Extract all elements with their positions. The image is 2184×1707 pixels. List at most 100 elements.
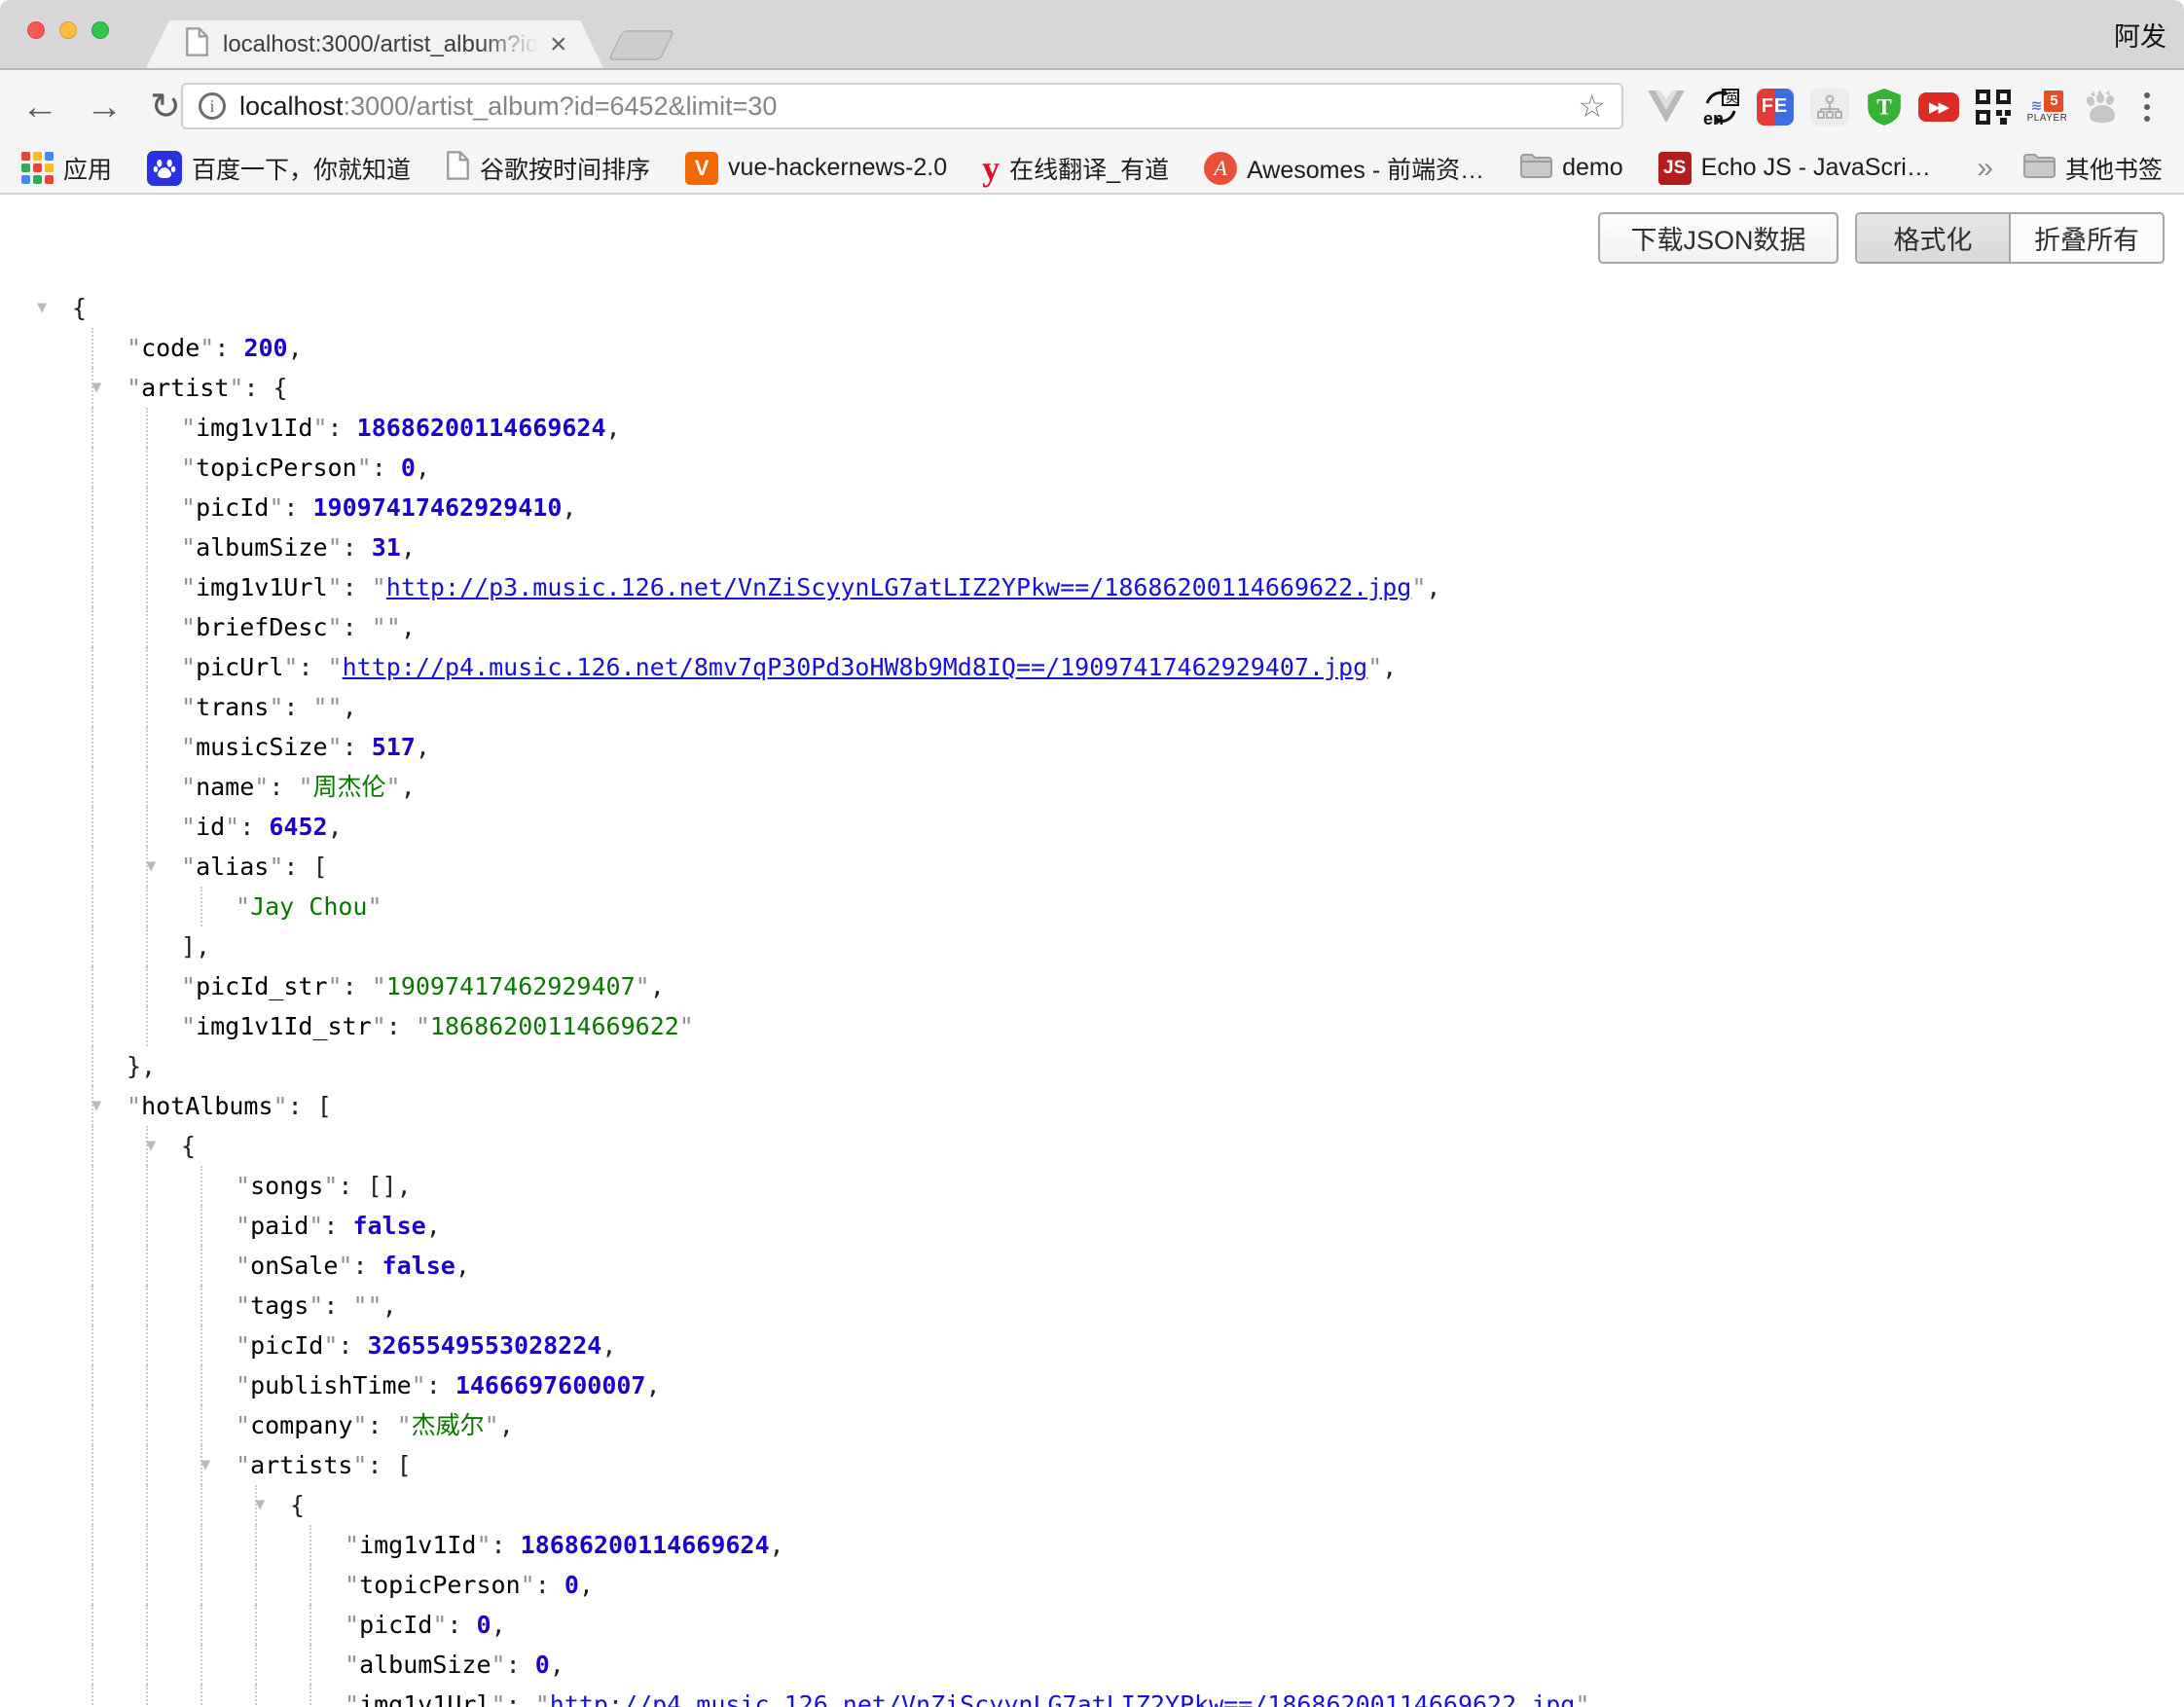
collapse-triangle-icon[interactable]: ▼: [37, 288, 47, 328]
json-url-link[interactable]: http://p4.music.126.net/VnZiScyynLG7atLI…: [550, 1690, 1576, 1707]
h5player-icon[interactable]: ≋5PLAYER: [2024, 84, 2070, 129]
json-line: "name": "周杰伦",: [0, 767, 2184, 807]
json-line: "img1v1Id": 18686200114669624,: [0, 408, 2184, 448]
vue-icon[interactable]: [1643, 84, 1689, 129]
json-line: "picUrl": "http://p4.music.126.net/8mv7q…: [0, 647, 2184, 687]
json-line: "picId": 19097417462929410,: [0, 488, 2184, 527]
address-bar[interactable]: i localhost:3000/artist_album?id=6452&li…: [181, 83, 1623, 129]
collapse-triangle-icon[interactable]: ▼: [146, 847, 156, 887]
baidu-paw-icon: [147, 151, 182, 186]
bookmark-item[interactable]: JSEcho JS - JavaScri…: [1658, 152, 1931, 185]
collapse-triangle-icon[interactable]: ▼: [255, 1485, 265, 1525]
bookmark-item[interactable]: demo: [1519, 152, 1623, 184]
json-line: "company": "杰威尔",: [0, 1405, 2184, 1445]
json-line: "briefDesc": "",: [0, 607, 2184, 647]
svg-text:英: 英: [1726, 91, 1738, 105]
close-window-button[interactable]: [27, 21, 45, 39]
collapse-triangle-icon[interactable]: ▼: [146, 1126, 156, 1166]
tab-close-icon[interactable]: ×: [550, 30, 567, 59]
tab-favicon-page-icon: [185, 27, 209, 61]
browser-window: localhost:3000/artist_album?id × 阿发 ← → …: [0, 0, 2184, 1707]
json-viewer-page: 下载JSON数据 格式化 折叠所有 ▼{"code": 200,▼"artist…: [0, 195, 2184, 1707]
tampermonkey-icon[interactable]: T: [1861, 84, 1907, 129]
json-url-link[interactable]: http://p4.music.126.net/8mv7qP30Pd3oHW8b…: [343, 653, 1368, 681]
profile-name[interactable]: 阿发: [2114, 16, 2166, 54]
json-line: "songs": [],: [0, 1166, 2184, 1206]
url-text[interactable]: localhost:3000/artist_album?id=6452&limi…: [239, 91, 1578, 122]
json-line: "onSale": false,: [0, 1246, 2184, 1286]
json-tree: ▼{"code": 200,▼"artist": {"img1v1Id": 18…: [0, 288, 2184, 1707]
json-line: ▼"artists": [: [0, 1445, 2184, 1485]
bookmarks-overflow-chevron-icon[interactable]: »: [1977, 152, 1993, 185]
folder-icon: [1519, 152, 1552, 184]
back-button[interactable]: ←: [21, 89, 58, 126]
fastforward-icon[interactable]: ▶▶: [1915, 84, 1961, 129]
json-line: "picId": 0,: [0, 1605, 2184, 1645]
json-line: "img1v1Id_str": "18686200114669622": [0, 1006, 2184, 1046]
json-line: "picId_str": "19097417462929407",: [0, 966, 2184, 1006]
json-line: "picId": 3265549553028224,: [0, 1326, 2184, 1365]
tab-title: localhost:3000/artist_album?id: [223, 31, 544, 58]
collapse-all-button[interactable]: 折叠所有: [2009, 214, 2163, 262]
bookmark-item[interactable]: Vvue-hackernews-2.0: [685, 152, 947, 185]
svg-text:en: en: [1703, 109, 1724, 127]
bookmark-item[interactable]: 应用: [21, 151, 112, 186]
collapse-triangle-icon[interactable]: ▼: [91, 1086, 101, 1126]
json-line: "topicPerson": 0,: [0, 1565, 2184, 1605]
forward-button[interactable]: →: [86, 89, 123, 126]
json-line: "paid": false,: [0, 1206, 2184, 1246]
bookmarks-bar: 应用百度一下，你就知道谷歌按时间排序 Vvue-hackernews-2.0 y在线…: [0, 143, 2184, 195]
window-controls: [27, 21, 109, 39]
json-line: ▼{: [0, 1126, 2184, 1166]
bookmark-item[interactable]: AAwesomes - 前端资…: [1204, 151, 1484, 186]
download-json-button[interactable]: 下载JSON数据: [1598, 212, 1838, 264]
json-line: "musicSize": 517,: [0, 727, 2184, 767]
chrome-menu-icon[interactable]: [2131, 91, 2163, 124]
collapse-triangle-icon[interactable]: ▼: [91, 368, 101, 408]
bookmark-item[interactable]: 谷歌按时间排序: [446, 151, 650, 186]
site-info-icon[interactable]: i: [199, 92, 226, 120]
json-line: "img1v1Url": "http://p3.music.126.net/Vn…: [0, 567, 2184, 607]
vue-favicon: V: [685, 152, 718, 185]
collapse-triangle-icon[interactable]: ▼: [200, 1445, 210, 1485]
extension-icons: en英FET▶▶≋5PLAYER: [1643, 70, 2125, 143]
qrcode-icon[interactable]: [1970, 84, 2016, 129]
json-line: "id": 6452,: [0, 807, 2184, 847]
url-path: :3000/artist_album?id=6452&limit=30: [344, 91, 778, 121]
json-line: "tags": "",: [0, 1286, 2184, 1326]
json-line: "code": 200,: [0, 328, 2184, 368]
json-line: ▼"hotAlbums": [: [0, 1086, 2184, 1126]
toolbar: ← → ↻ i localhost:3000/artist_album?id=6…: [0, 70, 2184, 143]
other-bookmarks-folder[interactable]: 其他书签: [2022, 151, 2163, 186]
json-line: "trans": "",: [0, 687, 2184, 727]
json-line: },: [0, 1046, 2184, 1086]
apps-grid-icon: [21, 152, 54, 184]
tab-strip: localhost:3000/artist_album?id × 阿发: [0, 0, 2184, 70]
reload-button[interactable]: ↻: [150, 89, 181, 126]
json-line: "albumSize": 0,: [0, 1645, 2184, 1685]
fe-icon[interactable]: FE: [1752, 84, 1798, 129]
json-line: ▼{: [0, 288, 2184, 328]
paw-icon[interactable]: [2079, 84, 2125, 129]
active-tab[interactable]: localhost:3000/artist_album?id ×: [146, 20, 603, 68]
page-icon: [446, 151, 470, 185]
format-button[interactable]: 格式化: [1857, 214, 2009, 262]
echojs-icon: JS: [1658, 152, 1692, 185]
bookmark-item[interactable]: 百度一下，你就知道: [147, 151, 411, 186]
minimize-window-button[interactable]: [59, 21, 77, 39]
awesomes-icon: A: [1204, 152, 1237, 185]
sitemap-icon[interactable]: [1806, 84, 1852, 129]
translate-icon[interactable]: en英: [1697, 84, 1743, 129]
bookmark-star-icon[interactable]: ☆: [1578, 88, 1606, 125]
json-line: "publishTime": 1466697600007,: [0, 1365, 2184, 1405]
new-tab-button[interactable]: [607, 30, 674, 60]
zoom-window-button[interactable]: [91, 21, 109, 39]
json-line: ▼"artist": {: [0, 368, 2184, 408]
json-url-link[interactable]: http://p3.music.126.net/VnZiScyynLG7atLI…: [386, 573, 1412, 601]
json-line: "img1v1Id": 18686200114669624,: [0, 1525, 2184, 1565]
youdao-icon: y: [982, 151, 1000, 186]
json-line: "img1v1Url": "http://p4.music.126.net/Vn…: [0, 1685, 2184, 1707]
url-host: localhost: [239, 91, 344, 121]
json-line: ▼"alias": [: [0, 847, 2184, 887]
bookmark-item[interactable]: y在线翻译_有道: [982, 151, 1169, 186]
